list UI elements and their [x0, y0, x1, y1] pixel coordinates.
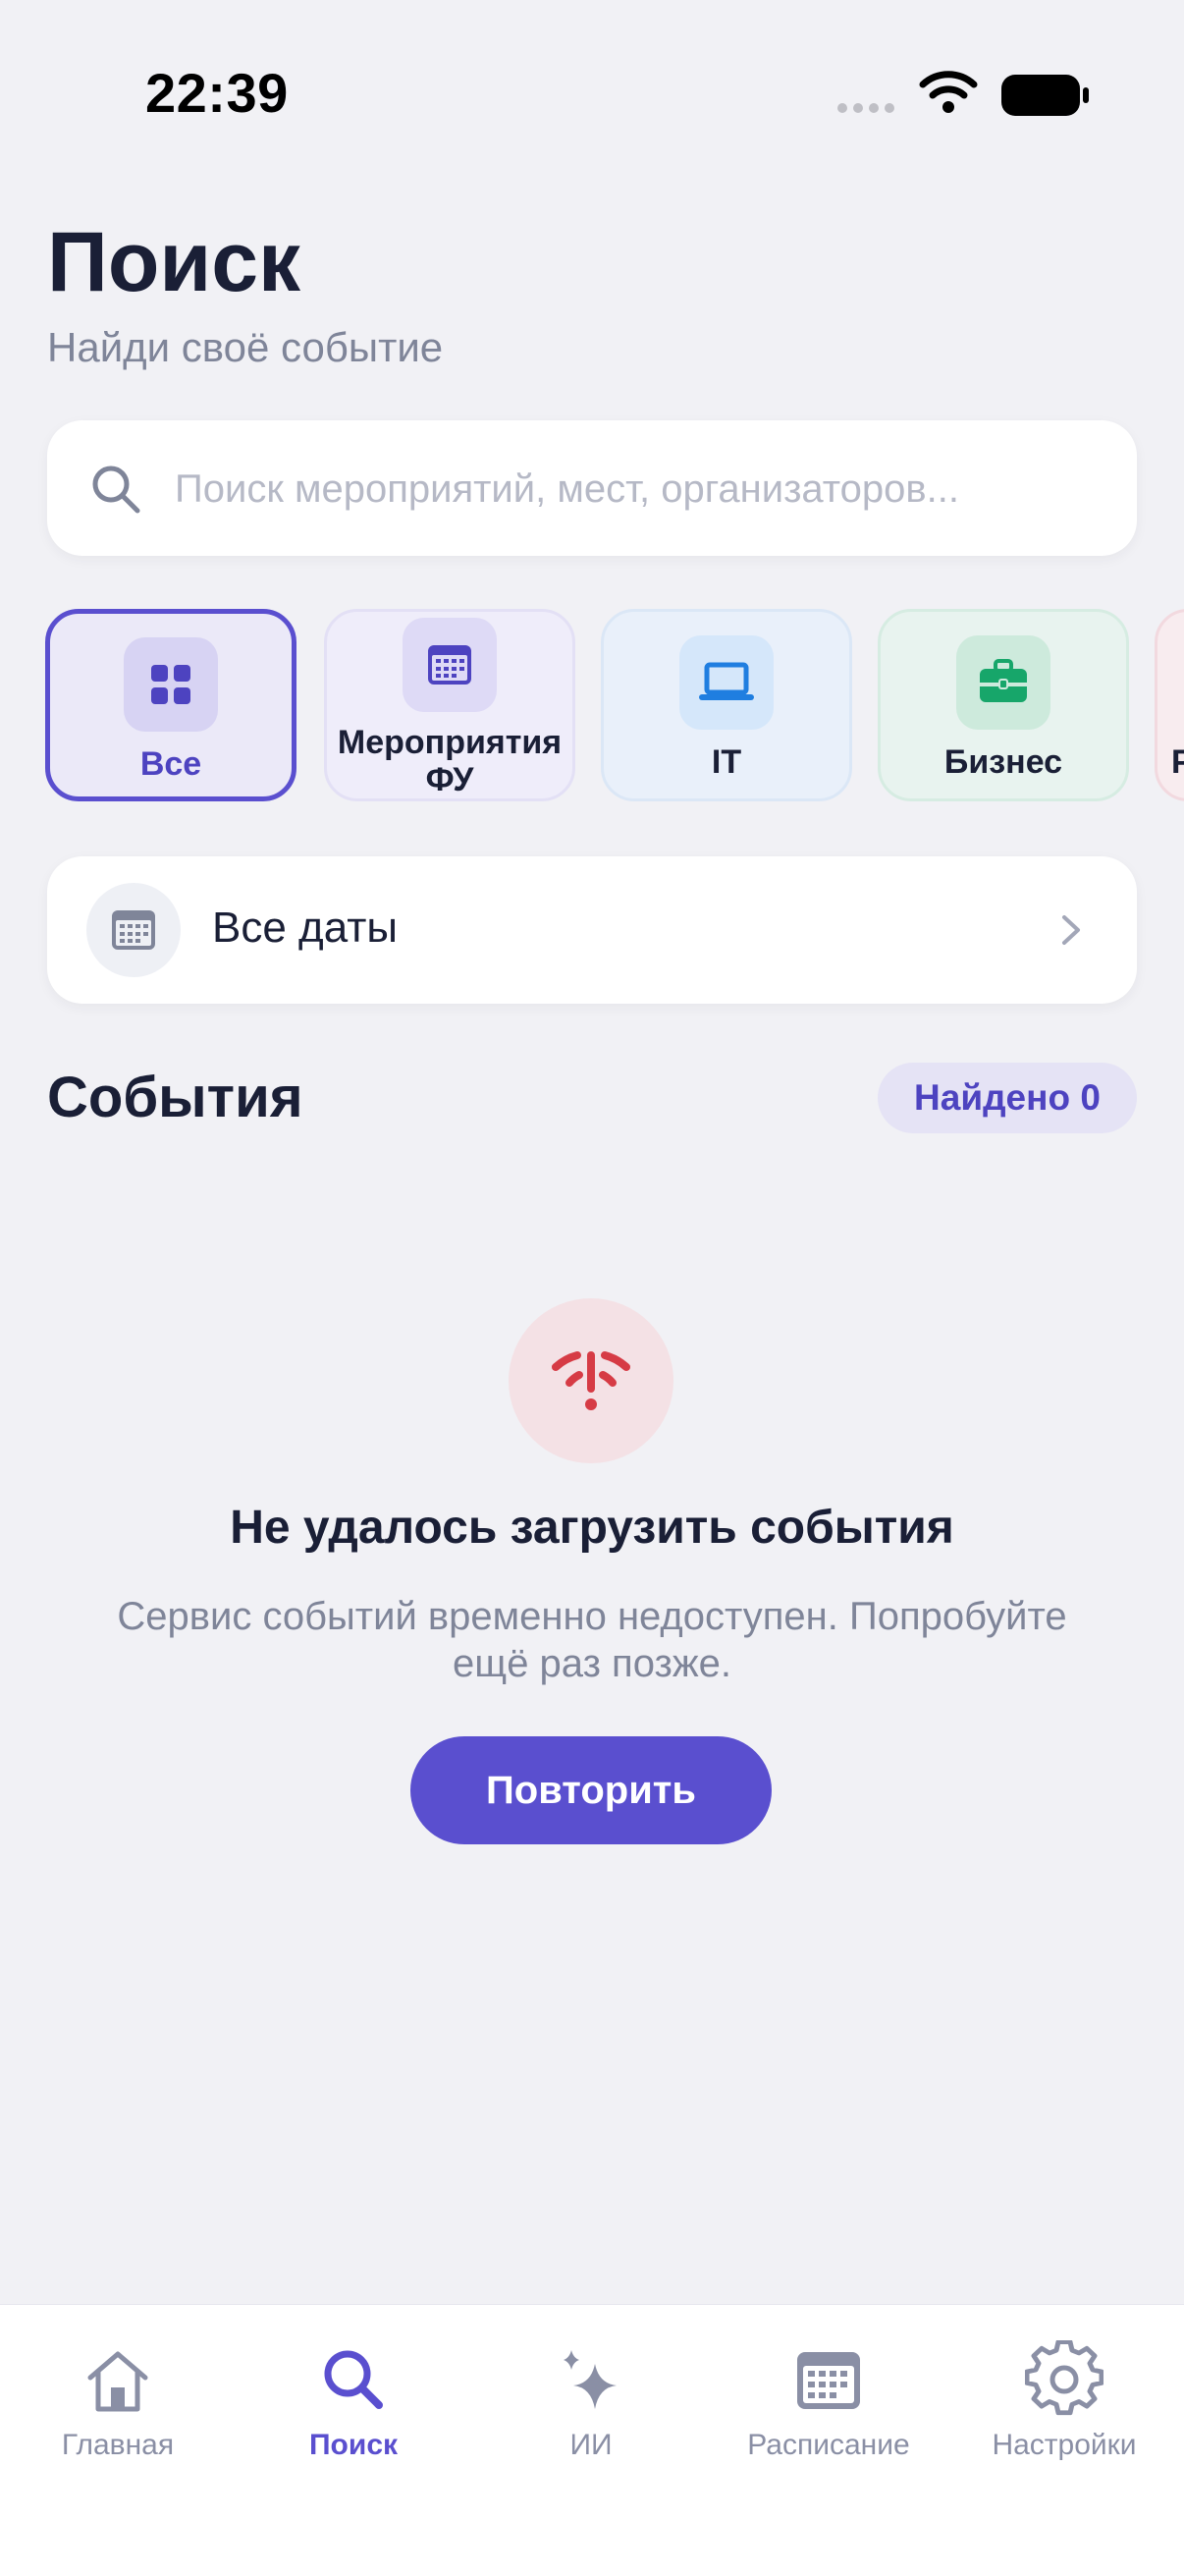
tab-home[interactable]: Главная	[20, 2340, 216, 2462]
category-label: IT	[711, 743, 742, 781]
tab-bar: Главная Поиск ИИ Расписание Настройки	[0, 2304, 1184, 2576]
tab-label: Главная	[61, 2429, 175, 2461]
home-icon	[87, 2351, 148, 2412]
category-business[interactable]: Бизнес	[878, 609, 1129, 801]
gear-icon	[1025, 2340, 1103, 2416]
retry-button[interactable]: Повторить	[410, 1736, 772, 1844]
category-fu-events[interactable]: Мероприятия ФУ	[324, 609, 575, 801]
grid-icon	[124, 637, 218, 732]
sparkles-icon	[564, 2350, 617, 2409]
category-partial[interactable]: Р	[1155, 609, 1184, 801]
calendar-icon	[403, 618, 497, 712]
category-label: Все	[139, 745, 202, 783]
tab-label: Расписание	[747, 2429, 910, 2461]
battery-icon	[1001, 75, 1089, 116]
calendar-icon	[797, 2352, 860, 2409]
tab-label: Настройки	[992, 2429, 1137, 2461]
category-label: Р	[1171, 743, 1184, 781]
error-description: Сервис событий временно недоступен. Попр…	[117, 1595, 1067, 1685]
search-icon	[324, 2350, 383, 2409]
tab-settings[interactable]: Настройки	[966, 2340, 1162, 2462]
error-badge	[509, 1298, 673, 1463]
search-input[interactable]	[173, 420, 1119, 558]
status-time: 22:39	[145, 62, 289, 124]
category-label: Бизнес	[943, 743, 1063, 781]
page-subtitle: Найди своё событие	[47, 324, 444, 370]
briefcase-icon	[956, 635, 1050, 730]
wifi-icon	[919, 71, 978, 113]
section-title: События	[47, 1066, 303, 1129]
wifi-off-icon	[552, 1351, 630, 1410]
error-title: Не удалось загрузить события	[230, 1502, 954, 1554]
date-filter[interactable]: Все даты	[47, 856, 1137, 1004]
page-title: Поиск	[47, 215, 301, 309]
category-it[interactable]: IT	[601, 609, 852, 801]
calendar-icon	[86, 883, 181, 977]
search-bar[interactable]	[47, 420, 1137, 558]
tab-label: ИИ	[569, 2429, 613, 2461]
tab-search[interactable]: Поиск	[255, 2340, 452, 2462]
date-filter-label: Все даты	[212, 904, 398, 952]
signal-icon	[837, 103, 894, 113]
tab-ai[interactable]: ИИ	[493, 2340, 689, 2462]
tab-schedule[interactable]: Расписание	[730, 2340, 927, 2462]
category-label: Мероприятия ФУ	[337, 724, 563, 798]
chevron-right-icon	[1062, 915, 1080, 945]
found-count-badge: Найдено 0	[878, 1063, 1137, 1133]
search-icon	[92, 466, 140, 514]
laptop-icon	[679, 635, 774, 730]
category-all[interactable]: Все	[45, 609, 296, 801]
tab-label: Поиск	[308, 2429, 399, 2461]
